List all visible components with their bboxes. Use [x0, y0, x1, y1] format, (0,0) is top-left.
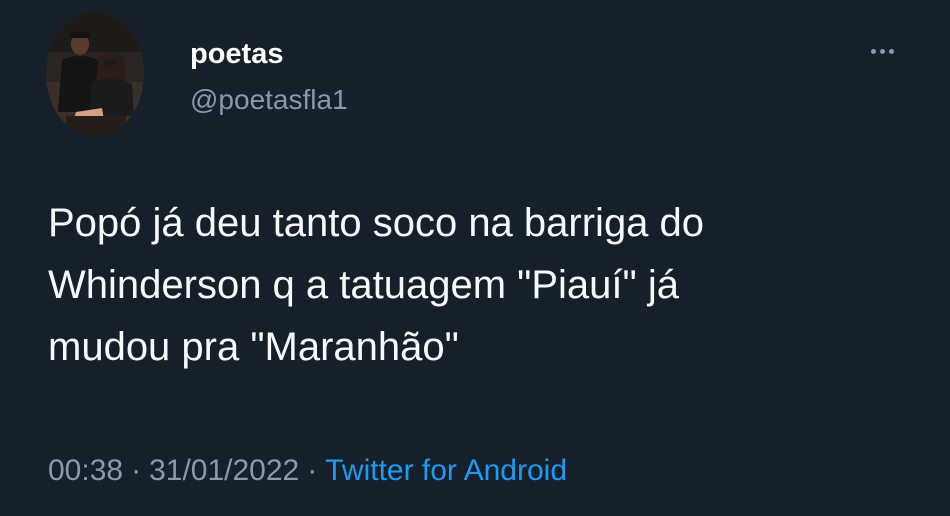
meta-separator: ·	[307, 454, 318, 487]
tweet-source-link[interactable]: Twitter for Android	[325, 454, 567, 487]
more-horizontal-icon	[870, 48, 876, 54]
tweet-metadata: 00:38 · 31/01/2022 · Twitter for Android	[48, 449, 567, 493]
avatar[interactable]	[46, 12, 144, 136]
more-horizontal-icon	[888, 48, 894, 54]
display-name[interactable]: poetas	[190, 36, 283, 72]
user-handle[interactable]: @poetasfla1	[190, 82, 348, 118]
tweet-date[interactable]: 31/01/2022	[149, 454, 299, 487]
tweet-text: Popó já deu tanto soco na barriga do Whi…	[48, 201, 705, 369]
tweet-card: poetas @poetasfla1 Popó já deu tanto soc…	[0, 0, 950, 516]
tweet-time[interactable]: 00:38	[48, 454, 123, 487]
profile-photo-image	[46, 12, 144, 136]
meta-separator: ·	[131, 454, 142, 487]
more-options-button[interactable]	[860, 38, 904, 64]
more-horizontal-icon	[879, 48, 885, 54]
